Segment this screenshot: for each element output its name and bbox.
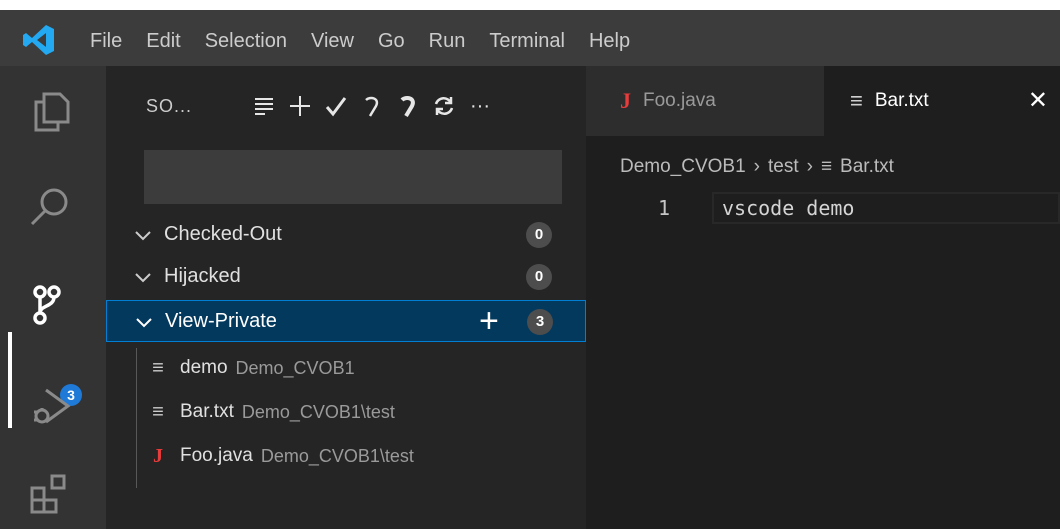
tab-label: Bar.txt xyxy=(874,90,929,111)
close-icon[interactable]: ✕ xyxy=(1028,86,1048,115)
text-file-icon: ≡ xyxy=(820,156,833,177)
line-text[interactable]: vscode demo xyxy=(722,196,854,220)
file-path: Demo_CVOB1 xyxy=(235,357,355,378)
activity-bar: 3 xyxy=(0,66,106,529)
extensions-icon[interactable] xyxy=(20,462,80,522)
code-line[interactable]: 1 vscode demo xyxy=(586,192,1060,224)
count-badge: 0 xyxy=(526,264,552,290)
file-name: Bar.txt xyxy=(180,401,234,422)
file-path: Demo_CVOB1\test xyxy=(241,401,395,422)
chevron-right-icon: › xyxy=(753,156,760,177)
menu-terminal[interactable]: Terminal xyxy=(489,30,565,53)
text-file-icon: ≡ xyxy=(152,356,164,379)
breadcrumb-item[interactable]: Demo_CVOB1 xyxy=(620,156,746,178)
breadcrumb-item[interactable]: test xyxy=(768,156,799,178)
chevron-down-icon xyxy=(135,231,151,241)
menu-go[interactable]: Go xyxy=(378,30,405,53)
line-number: 1 xyxy=(658,196,671,220)
file-name: Foo.java xyxy=(180,445,253,466)
file-path: Demo_CVOB1\test xyxy=(260,445,414,466)
chevron-down-icon xyxy=(135,273,151,283)
file-name: demo xyxy=(180,357,228,378)
panel-title: SO... xyxy=(146,96,193,116)
tab-bar-txt[interactable]: ≡ Bar.txt ✕ xyxy=(824,66,1060,136)
text-file-icon: ≡ xyxy=(152,400,164,423)
active-indicator xyxy=(8,332,12,428)
group-hijacked[interactable]: Hijacked 0 xyxy=(106,256,586,298)
list-item[interactable]: ≡ demo Demo_CVOB1 xyxy=(146,346,355,390)
list-icon[interactable] xyxy=(246,88,282,124)
add-icon[interactable]: + xyxy=(479,303,499,339)
vscode-logo-icon[interactable] xyxy=(22,23,56,57)
editor-area: J Foo.java ≡ Bar.txt ✕ Demo_CVOB1 › test… xyxy=(586,66,1060,529)
commit-message-input[interactable] xyxy=(144,150,562,204)
breadcrumb: Demo_CVOB1 › test › ≡ Bar.txt xyxy=(620,156,894,178)
tree-indent-guide xyxy=(136,348,137,488)
editor-tabs: J Foo.java ≡ Bar.txt ✕ xyxy=(586,66,1060,136)
source-control-panel: SO... ··· Checked-Out 0 Hijacked 0 View-… xyxy=(106,66,586,529)
tab-label: Foo.java xyxy=(643,90,716,111)
menu-help[interactable]: Help xyxy=(589,30,630,53)
java-icon: J xyxy=(153,444,163,467)
undo-icon[interactable] xyxy=(354,88,390,124)
list-item[interactable]: ≡ Bar.txt Demo_CVOB1\test xyxy=(146,390,395,434)
menu-run[interactable]: Run xyxy=(429,30,466,53)
count-badge: 0 xyxy=(526,222,552,248)
top-strip xyxy=(0,0,1060,10)
java-icon: J xyxy=(620,88,631,113)
undo-all-icon[interactable] xyxy=(390,88,426,124)
tab-foo-java[interactable]: J Foo.java xyxy=(586,66,824,136)
group-label: Hijacked xyxy=(164,265,241,287)
chevron-right-icon: › xyxy=(806,156,813,177)
menu-file[interactable]: File xyxy=(90,30,122,53)
group-checked-out[interactable]: Checked-Out 0 xyxy=(106,214,586,256)
chevron-down-icon xyxy=(136,318,152,328)
search-icon[interactable] xyxy=(20,176,80,236)
list-item[interactable]: J Foo.java Demo_CVOB1\test xyxy=(146,434,414,478)
run-debug-icon[interactable] xyxy=(20,376,80,436)
source-control-icon[interactable] xyxy=(20,276,80,336)
refresh-icon[interactable] xyxy=(426,88,462,124)
group-view-private[interactable]: View-Private + 3 xyxy=(106,300,586,342)
menu-bar: File Edit Selection View Go Run Terminal… xyxy=(90,26,654,56)
explorer-icon[interactable] xyxy=(20,80,80,140)
check-icon[interactable] xyxy=(318,88,354,124)
group-label: Checked-Out xyxy=(164,223,282,245)
menu-view[interactable]: View xyxy=(311,30,354,53)
breadcrumb-item[interactable]: Bar.txt xyxy=(840,156,894,178)
menu-edit[interactable]: Edit xyxy=(146,30,180,53)
more-icon[interactable]: ··· xyxy=(462,88,498,124)
count-badge: 3 xyxy=(527,309,553,335)
add-icon[interactable] xyxy=(282,88,318,124)
group-label: View-Private xyxy=(165,310,277,332)
panel-actions: ··· xyxy=(246,88,498,124)
text-file-icon: ≡ xyxy=(850,88,863,113)
title-bar: File Edit Selection View Go Run Terminal… xyxy=(0,0,1060,66)
menu-selection[interactable]: Selection xyxy=(205,30,287,53)
